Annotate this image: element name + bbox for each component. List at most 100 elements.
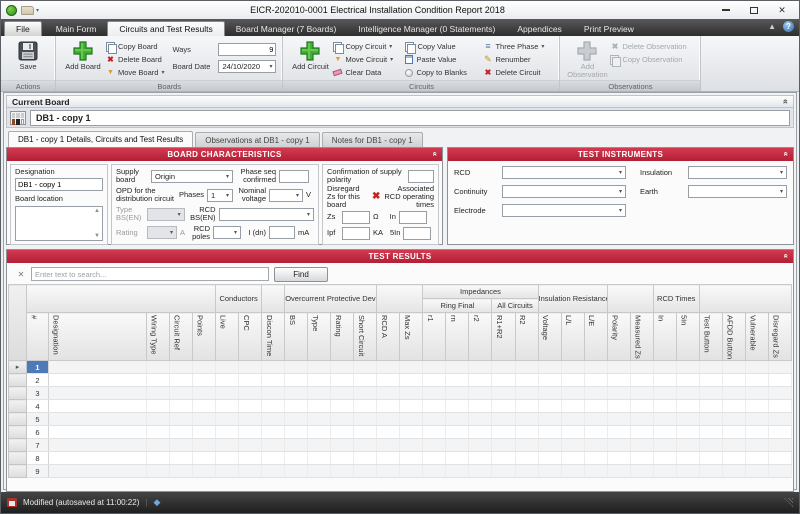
grid-cell[interactable] xyxy=(445,425,470,439)
grid-cell[interactable] xyxy=(353,425,378,439)
grid-cell[interactable] xyxy=(376,451,401,465)
grid-cell[interactable] xyxy=(629,451,654,465)
ribbon-collapse-icon[interactable]: ▲ xyxy=(768,22,776,31)
ribbon-tab-board-manager-7-boards[interactable]: Board Manager (7 Boards) xyxy=(225,21,348,36)
grid-cell[interactable] xyxy=(422,386,447,400)
grid-cell[interactable] xyxy=(491,438,516,452)
grid-cell[interactable] xyxy=(145,399,171,413)
grid-cell[interactable] xyxy=(629,464,654,478)
grid-cell[interactable] xyxy=(145,438,171,452)
grid-cell[interactable] xyxy=(675,425,700,439)
grid-cell[interactable] xyxy=(721,464,746,478)
grid-col-header-r1-r2[interactable]: R1+R2 xyxy=(491,312,516,361)
grid-cell[interactable] xyxy=(675,360,700,374)
grid-cell[interactable] xyxy=(261,425,286,439)
grid-cell[interactable] xyxy=(145,373,171,387)
grid-cell[interactable] xyxy=(284,438,309,452)
grid-row-number[interactable]: 2 xyxy=(26,373,49,387)
search-input[interactable] xyxy=(31,267,269,281)
grid-row-number[interactable]: 5 xyxy=(26,412,49,426)
grid-cell[interactable] xyxy=(261,373,286,387)
grid-cell[interactable] xyxy=(353,399,378,413)
grid-cell[interactable] xyxy=(744,399,769,413)
grid-cell[interactable] xyxy=(698,360,723,374)
grid-cell[interactable] xyxy=(583,425,608,439)
grid-cell[interactable] xyxy=(744,451,769,465)
grid-cell[interactable] xyxy=(215,451,240,465)
grid-cell[interactable] xyxy=(445,399,470,413)
grid-cell[interactable] xyxy=(675,451,700,465)
grid-cell[interactable] xyxy=(238,360,263,374)
grid-cell[interactable] xyxy=(652,438,677,452)
grid-cell[interactable] xyxy=(192,360,217,374)
grid-col-header-l-l[interactable]: L/L xyxy=(560,312,585,361)
grid-cell[interactable] xyxy=(560,386,585,400)
grid-col-header-afdd-button[interactable]: AFDD Button xyxy=(721,312,746,361)
grid-cell[interactable] xyxy=(698,399,723,413)
grid-cell[interactable] xyxy=(698,386,723,400)
grid-col-header-designation[interactable]: Designation xyxy=(48,312,147,361)
grid-cell[interactable] xyxy=(145,425,171,439)
ribbon-tab-appendices[interactable]: Appendices xyxy=(506,21,572,36)
grid-cell[interactable] xyxy=(422,412,447,426)
grid-cell[interactable] xyxy=(537,425,562,439)
grid-cell[interactable] xyxy=(514,451,539,465)
grid-cell[interactable] xyxy=(238,386,263,400)
grid-cell[interactable] xyxy=(215,464,240,478)
board-characteristics-header[interactable]: BOARD CHARACTERISTICS « xyxy=(7,148,442,161)
grid-cell[interactable] xyxy=(767,386,793,400)
grid-cell[interactable] xyxy=(376,412,401,426)
grid-cell[interactable] xyxy=(145,451,171,465)
grid-cell[interactable] xyxy=(514,438,539,452)
grid-cell[interactable] xyxy=(215,425,240,439)
grid-row-header[interactable] xyxy=(8,412,27,426)
grid-cell[interactable] xyxy=(491,360,516,374)
grid-row-number[interactable]: 8 xyxy=(26,451,49,465)
grid-cell[interactable] xyxy=(215,399,240,413)
grid-cell[interactable] xyxy=(238,438,263,452)
grid-cell[interactable] xyxy=(629,360,654,374)
grid-cell[interactable] xyxy=(721,425,746,439)
grid-cell[interactable] xyxy=(169,464,194,478)
collapse-chevron-icon[interactable]: « xyxy=(781,99,791,104)
grid-cell[interactable] xyxy=(468,399,493,413)
grid-col-header-[interactable]: # xyxy=(26,312,49,361)
grid-cell[interactable] xyxy=(215,438,240,452)
grid-cell[interactable] xyxy=(698,373,723,387)
grid-cell[interactable] xyxy=(284,360,309,374)
grid-cell[interactable] xyxy=(491,399,516,413)
grid-cell[interactable] xyxy=(192,451,217,465)
grid-cell[interactable] xyxy=(537,438,562,452)
grid-cell[interactable] xyxy=(192,386,217,400)
grid-cell[interactable] xyxy=(238,425,263,439)
grid-cell[interactable] xyxy=(491,464,516,478)
grid-cell[interactable] xyxy=(652,451,677,465)
grid-cell[interactable] xyxy=(560,425,585,439)
grid-cell[interactable] xyxy=(422,451,447,465)
grid-col-header-rn[interactable]: rn xyxy=(445,312,470,361)
grid-cell[interactable] xyxy=(399,464,424,478)
current-board-header[interactable]: Current Board « xyxy=(6,95,794,108)
grid-cell[interactable] xyxy=(767,425,793,439)
grid-cell[interactable] xyxy=(192,373,217,387)
grid-cell[interactable] xyxy=(652,373,677,387)
grid-cell[interactable] xyxy=(744,360,769,374)
grid-row-header[interactable] xyxy=(8,425,27,439)
grid-col-header-cpc[interactable]: CPC xyxy=(238,312,263,361)
grid-cell[interactable] xyxy=(307,399,332,413)
grid-col-header-points[interactable]: Points xyxy=(192,312,217,361)
grid-cell[interactable] xyxy=(353,386,378,400)
phase-seq-input[interactable] xyxy=(279,169,309,183)
add-board-button[interactable]: Add Board xyxy=(60,37,106,80)
grid-cell[interactable] xyxy=(767,451,793,465)
grid-cell[interactable] xyxy=(583,464,608,478)
grid-row-header[interactable] xyxy=(8,451,27,465)
grid-cell[interactable] xyxy=(48,360,147,374)
grid-cell[interactable] xyxy=(169,451,194,465)
grid-cell[interactable] xyxy=(652,386,677,400)
grid-cell[interactable] xyxy=(353,438,378,452)
grid-cell[interactable] xyxy=(145,386,171,400)
grid-cell[interactable] xyxy=(330,425,355,439)
grid-cell[interactable] xyxy=(560,451,585,465)
grid-cell[interactable] xyxy=(583,438,608,452)
